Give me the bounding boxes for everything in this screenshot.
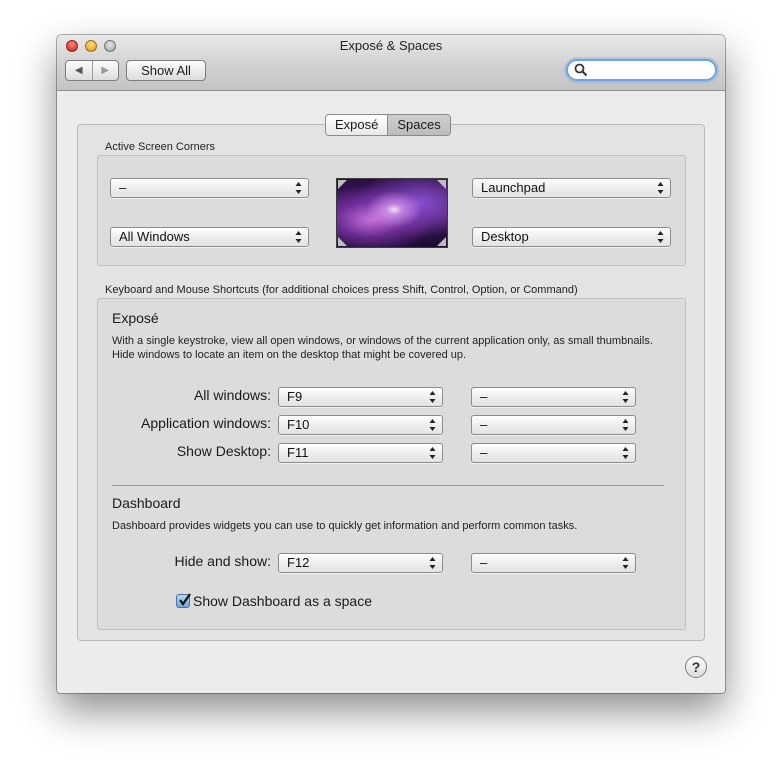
popup-value: – (480, 389, 488, 404)
application-windows-key-popup[interactable]: F10 (278, 415, 443, 435)
application-windows-label: Application windows: (141, 415, 271, 431)
updown-arrows-icon (429, 419, 436, 431)
corner-marker-icon (338, 180, 347, 189)
show-all-button[interactable]: Show All (126, 60, 206, 81)
popup-value: F9 (287, 389, 303, 404)
window-title: Exposé & Spaces (339, 38, 443, 53)
updown-arrows-icon (429, 447, 436, 459)
updown-arrows-icon (429, 391, 436, 403)
search-field[interactable] (566, 59, 717, 81)
help-button[interactable]: ? (685, 656, 707, 678)
all-windows-label: All windows: (193, 387, 271, 403)
forward-button[interactable]: ▶ (91, 61, 119, 80)
dashboard-description: Dashboard provides widgets you can use t… (112, 520, 578, 532)
all-windows-mouse-popup[interactable]: – (471, 387, 636, 407)
popup-value: All Windows (119, 229, 190, 244)
popup-value: Launchpad (481, 180, 546, 195)
desktop-preview-image (336, 178, 448, 248)
tab-bar: Exposé Spaces (325, 114, 451, 136)
titlebar: Exposé & Spaces ◀ ▶ Show All (57, 35, 725, 91)
section-divider (112, 485, 664, 486)
updown-arrows-icon (295, 182, 302, 194)
corner-bottom-left-popup[interactable]: All Windows (110, 227, 309, 247)
hide-and-show-key-popup[interactable]: F12 (278, 553, 443, 573)
triangle-left-icon: ◀ (74, 65, 83, 76)
updown-arrows-icon (295, 231, 302, 243)
popup-value: – (480, 445, 488, 460)
tab-spaces[interactable]: Spaces (387, 115, 450, 135)
expose-description: With a single keystroke, view all open w… (112, 335, 653, 361)
show-dashboard-as-space-label[interactable]: Show Dashboard as a space (193, 593, 372, 609)
corner-marker-icon (437, 237, 446, 246)
updown-arrows-icon (429, 557, 436, 569)
updown-arrows-icon (622, 419, 629, 431)
application-windows-mouse-popup[interactable]: – (471, 415, 636, 435)
tab-expose[interactable]: Exposé (326, 115, 388, 135)
shortcuts-section-label: Keyboard and Mouse Shortcuts (for additi… (105, 284, 578, 296)
updown-arrows-icon (622, 447, 629, 459)
show-desktop-mouse-popup[interactable]: – (471, 443, 636, 463)
popup-value: F10 (287, 417, 310, 432)
updown-arrows-icon (622, 557, 629, 569)
updown-arrows-icon (657, 231, 664, 243)
search-icon (574, 63, 588, 77)
popup-value: – (480, 417, 488, 432)
hide-and-show-mouse-popup[interactable]: – (471, 553, 636, 573)
checkmark-icon (179, 593, 191, 606)
show-dashboard-as-space-checkbox[interactable] (176, 593, 191, 608)
updown-arrows-icon (622, 391, 629, 403)
search-input[interactable] (590, 62, 710, 78)
updown-arrows-icon (657, 182, 664, 194)
preferences-window: Exposé & Spaces ◀ ▶ Show All Exposé Spac… (57, 35, 725, 693)
triangle-right-icon: ▶ (101, 65, 110, 76)
dashboard-heading: Dashboard (112, 495, 181, 511)
back-forward-control: ◀ ▶ (65, 60, 119, 81)
popup-value: – (119, 180, 127, 195)
expose-heading: Exposé (112, 310, 159, 326)
back-button[interactable]: ◀ (66, 61, 92, 80)
popup-value: F12 (287, 555, 310, 570)
show-desktop-label: Show Desktop: (176, 443, 271, 459)
corners-section-label: Active Screen Corners (105, 141, 216, 153)
corner-top-right-popup[interactable]: Launchpad (472, 178, 671, 198)
corner-bottom-right-popup[interactable]: Desktop (472, 227, 671, 247)
corner-top-left-popup[interactable]: – (110, 178, 309, 198)
corner-marker-icon (338, 237, 347, 246)
popup-value: – (480, 555, 488, 570)
corner-marker-icon (437, 180, 446, 189)
popup-value: Desktop (481, 229, 529, 244)
hide-and-show-label: Hide and show: (174, 553, 271, 569)
popup-value: F11 (287, 445, 309, 460)
all-windows-key-popup[interactable]: F9 (278, 387, 443, 407)
show-desktop-key-popup[interactable]: F11 (278, 443, 443, 463)
